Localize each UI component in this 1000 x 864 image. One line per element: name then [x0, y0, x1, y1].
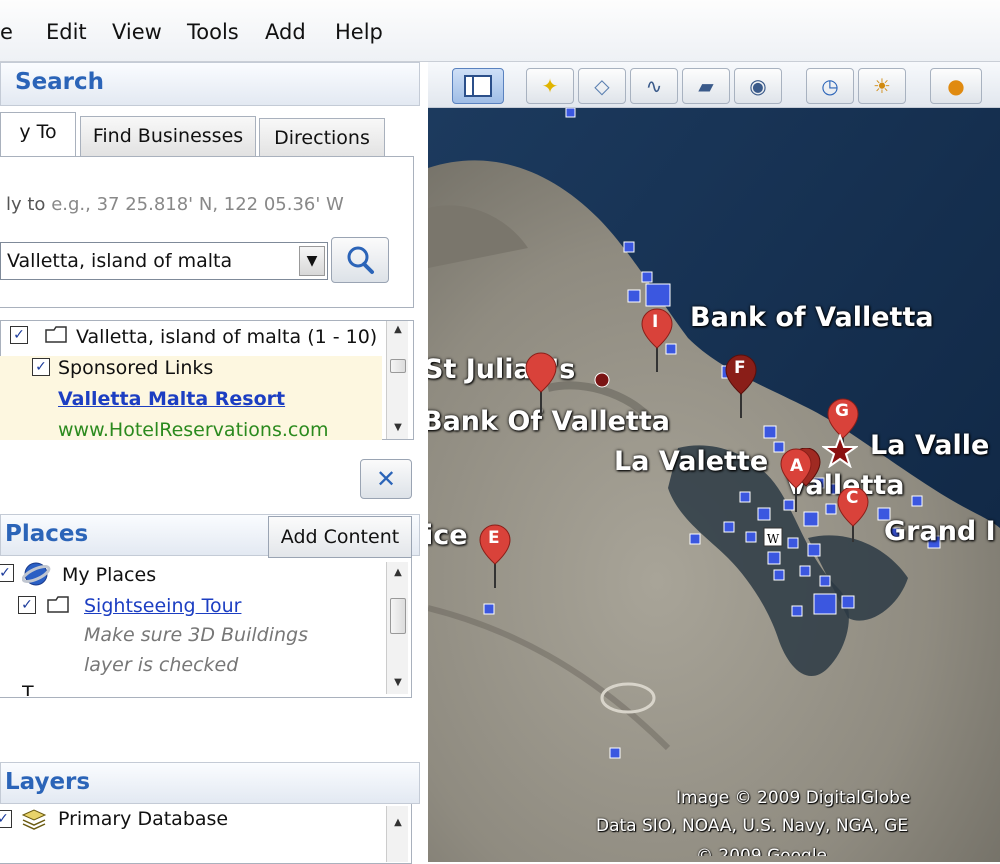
primary-db-checkbox[interactable]: ✓	[0, 810, 12, 828]
google-copyright: © 2009 Google	[696, 846, 828, 856]
ad-url-link[interactable]: www.HotelReservations.com	[58, 419, 328, 441]
sidebar-panel-icon	[464, 75, 492, 97]
add-placemark-button[interactable]: ✦	[526, 68, 574, 104]
label-la-valle[interactable]: La Valle	[870, 430, 989, 461]
menu-view[interactable]: View	[112, 20, 162, 44]
folder-icon	[45, 326, 67, 343]
places-panel-title: Places	[5, 521, 89, 547]
sunrise-icon: ☀	[873, 74, 891, 98]
search-panel-title: Search	[15, 69, 105, 95]
menu-bar: e Edit View Tools Add Help	[0, 0, 1000, 62]
primary-database-label[interactable]: Primary Database	[58, 808, 228, 830]
planet-icon: ●	[947, 74, 965, 98]
layers-scrollbar[interactable]: ▲	[386, 806, 408, 862]
fly-to-pane	[0, 156, 414, 308]
scroll-up-icon[interactable]: ▲	[387, 564, 409, 582]
ad-title-link[interactable]: Valletta Malta Resort	[58, 388, 285, 410]
pushpin-icon: ✦	[541, 74, 559, 98]
marker-st-julians-icon[interactable]	[524, 352, 558, 418]
sidebar-toggle-button[interactable]	[452, 68, 504, 104]
record-tour-button[interactable]: ◉	[734, 68, 782, 104]
add-path-button[interactable]: ∿	[630, 68, 678, 104]
fly-to-hint-example: e.g., 37 25.818' N, 122 05.36' W	[51, 194, 344, 215]
data-copyright: Data SIO, NOAA, U.S. Navy, NGA, GE	[596, 816, 909, 836]
layers-panel-title: Layers	[5, 769, 91, 795]
marker-g-label: G	[835, 401, 849, 421]
dropdown-arrow-icon[interactable]: ▼	[299, 246, 325, 276]
label-la-valette[interactable]: La Valette	[614, 446, 768, 477]
sunlight-button[interactable]: ☀	[858, 68, 906, 104]
folder-icon	[47, 596, 69, 613]
image-overlay-icon: ▰	[698, 74, 714, 98]
my-places-checkbox[interactable]: ✓	[0, 564, 14, 582]
tour-note-line-2: layer is checked	[84, 654, 239, 676]
add-content-button[interactable]: Add Content	[268, 516, 412, 558]
menu-add[interactable]: Add	[265, 20, 306, 44]
fly-to-hint: ly to e.g., 37 25.818' N, 122 05.36' W	[6, 194, 344, 215]
layers-panel-header[interactable]: Layers	[0, 762, 420, 804]
switch-planet-button[interactable]: ●	[930, 68, 982, 104]
menu-tools[interactable]: Tools	[187, 20, 239, 44]
scroll-thumb[interactable]	[390, 359, 406, 373]
magnifier-icon	[347, 246, 374, 274]
sponsored-label: Sponsored Links	[58, 357, 214, 379]
results-folder-label[interactable]: Valletta, island of malta (1 - 10)	[76, 326, 377, 348]
scroll-down-icon[interactable]: ▼	[387, 419, 409, 437]
marker-c-label: C	[846, 488, 859, 508]
temporary-places-label[interactable]: T	[22, 682, 34, 696]
results-scrollbar[interactable]: ▲ ▼	[386, 321, 408, 439]
scroll-down-icon[interactable]: ▼	[387, 674, 409, 692]
search-panel-header[interactable]: Search	[0, 62, 420, 106]
fly-to-hint-prefix: ly to	[6, 194, 46, 215]
my-places-label[interactable]: My Places	[62, 564, 156, 586]
star-marker-icon[interactable]	[822, 434, 858, 468]
label-ice[interactable]: ice	[428, 520, 468, 551]
sightseeing-checkbox[interactable]: ✓	[18, 596, 36, 614]
clock-icon: ◷	[821, 74, 839, 98]
marker-a-label: A	[790, 456, 804, 476]
label-grand-harbour[interactable]: Grand I	[884, 516, 996, 547]
sponsored-checkbox[interactable]: ✓	[32, 358, 50, 376]
path-icon: ∿	[645, 74, 663, 98]
close-search-button[interactable]: ✕	[360, 459, 412, 499]
satellite-imagery	[428, 108, 1000, 862]
search-button[interactable]	[331, 237, 389, 283]
marker-i-label: I	[652, 312, 659, 332]
polygon-icon: ◇	[594, 74, 610, 98]
scroll-up-icon[interactable]: ▲	[387, 321, 409, 339]
scroll-thumb[interactable]	[390, 598, 406, 634]
earth-icon	[22, 562, 51, 586]
wikipedia-icon[interactable]: W	[766, 532, 780, 546]
sidebar: Search y To Find Businesses Directions l…	[0, 62, 422, 864]
menu-help[interactable]: Help	[335, 20, 383, 44]
scroll-up-icon[interactable]: ▲	[387, 814, 409, 832]
marker-f-label: F	[734, 358, 746, 378]
tab-directions[interactable]: Directions	[259, 118, 385, 158]
tour-note-line-1: Make sure 3D Buildings	[84, 624, 308, 646]
add-overlay-button[interactable]: ▰	[682, 68, 730, 104]
map-toolbar: ✦ ◇ ∿ ▰ ◉ ◷ ☀ ●	[428, 62, 1000, 108]
results-checkbox[interactable]: ✓	[10, 326, 28, 344]
layers-stack-icon	[21, 809, 47, 830]
camera-icon: ◉	[749, 74, 767, 98]
label-bank-of-valletta-top[interactable]: Bank of Valletta	[690, 302, 934, 333]
historical-imagery-button[interactable]: ◷	[806, 68, 854, 104]
places-scrollbar[interactable]: ▲ ▼	[386, 562, 408, 694]
search-input-value: Valletta, island of malta	[7, 250, 233, 272]
add-polygon-button[interactable]: ◇	[578, 68, 626, 104]
menu-file[interactable]: e	[0, 20, 13, 44]
sightseeing-tour-link[interactable]: Sightseeing Tour	[84, 595, 241, 617]
tab-fly-to[interactable]: y To	[0, 112, 76, 156]
map-view[interactable]: Bank of Valletta St Julian's Bank Of Val…	[428, 108, 1000, 862]
marker-e-label: E	[488, 528, 500, 548]
search-input[interactable]: Valletta, island of malta ▼	[0, 242, 328, 280]
menu-edit[interactable]: Edit	[46, 20, 87, 44]
tab-find-businesses[interactable]: Find Businesses	[80, 116, 256, 156]
imagery-copyright: Image © 2009 DigitalGlobe	[676, 788, 911, 808]
